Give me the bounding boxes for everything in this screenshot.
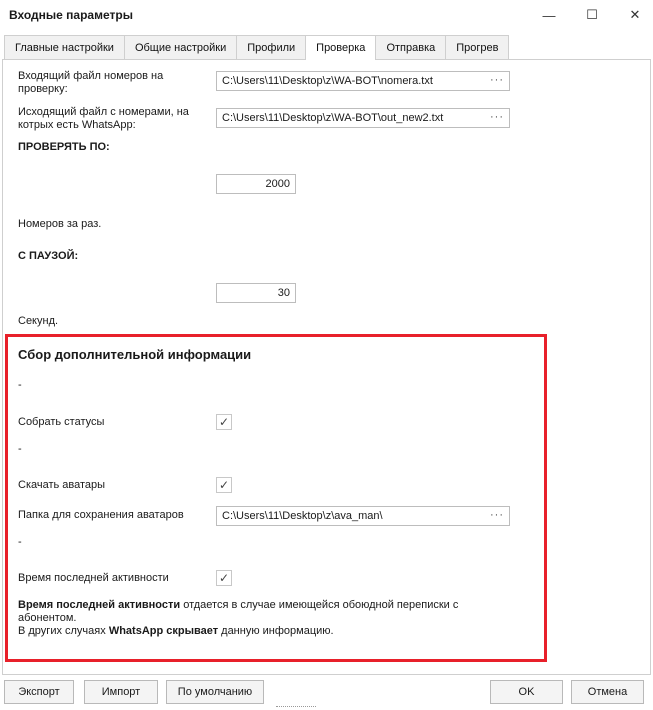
tab-warmup[interactable]: Прогрев (445, 35, 510, 59)
input-file-value: C:\Users\11\Desktop\z\WA-BOT\nomera.txt (222, 75, 433, 87)
check-icon: ✓ (218, 415, 230, 429)
note-bold-activity: Время последней активности (18, 599, 181, 611)
input-file-label: Входящий файл номеров на проверку: (18, 70, 164, 95)
tab-profiles[interactable]: Профили (236, 35, 307, 59)
tab-bar: Главные настройки Общие настройки Профил… (4, 35, 510, 60)
maximize-icon[interactable]: ☐ (581, 4, 603, 26)
title-bar: Входные параметры — ☐ ✕ (0, 0, 653, 30)
check-by-hint: Номеров за раз. (18, 218, 102, 230)
browse-input-file-button[interactable]: ··· (490, 74, 504, 86)
collect-status-label: Собрать статусы (18, 416, 105, 428)
collect-status-checkbox[interactable]: ✓ (216, 414, 232, 430)
note-text-2a: В других случаях (18, 625, 109, 637)
download-avatars-label: Скачать аватары (18, 479, 106, 491)
export-button[interactable]: Экспорт (4, 680, 74, 704)
check-by-input[interactable]: 2000 (216, 174, 296, 194)
tab-main-settings[interactable]: Главные настройки (4, 35, 125, 59)
last-activity-label: Время последней активности (18, 572, 169, 584)
ok-button[interactable]: OK (490, 680, 563, 704)
tab-general-settings[interactable]: Общие настройки (123, 35, 238, 59)
browse-avatars-folder-button[interactable]: ··· (490, 509, 504, 521)
dash-2: - (18, 443, 22, 455)
minimize-icon[interactable]: — (538, 4, 560, 26)
activity-note: Время последней активности отдается в сл… (18, 599, 498, 638)
avatars-folder-value: C:\Users\11\Desktop\z\ava_man\ (222, 510, 383, 522)
pause-input[interactable]: 30 (216, 283, 296, 303)
avatars-folder-field[interactable]: C:\Users\11\Desktop\z\ava_man\ ··· (216, 506, 510, 526)
close-icon[interactable]: ✕ (624, 4, 646, 26)
pause-hint: Секунд. (18, 315, 59, 327)
window-title: Входные параметры (9, 8, 133, 22)
avatars-folder-label: Папка для сохранения аватаров (18, 509, 184, 521)
note-bold-whatsapp: WhatsApp скрывает (108, 625, 219, 637)
cancel-button[interactable]: Отмена (571, 680, 644, 704)
dash-3: - (18, 536, 22, 548)
resize-grip[interactable] (276, 706, 316, 708)
note-text-2b: данную информацию. (218, 625, 334, 637)
input-file-field[interactable]: C:\Users\11\Desktop\z\WA-BOT\nomera.txt … (216, 71, 510, 91)
tab-check[interactable]: Проверка (305, 35, 377, 60)
import-button[interactable]: Импорт (84, 680, 158, 704)
pause-heading: С ПАУЗОЙ: (18, 250, 79, 262)
browse-output-file-button[interactable]: ··· (490, 111, 504, 123)
check-icon: ✓ (218, 571, 230, 585)
output-file-field[interactable]: C:\Users\11\Desktop\z\WA-BOT\out_new2.tx… (216, 108, 510, 128)
check-icon: ✓ (218, 478, 230, 492)
last-activity-checkbox[interactable]: ✓ (216, 570, 232, 586)
output-file-label: Исходящий файл с номерами, на котрых ест… (18, 106, 189, 131)
dash-1: - (18, 379, 22, 391)
check-by-heading: ПРОВЕРЯТЬ ПО: (18, 141, 110, 153)
tab-send[interactable]: Отправка (375, 35, 447, 59)
download-avatars-checkbox[interactable]: ✓ (216, 477, 232, 493)
output-file-value: C:\Users\11\Desktop\z\WA-BOT\out_new2.tx… (222, 112, 444, 124)
defaults-button[interactable]: По умолчанию (166, 680, 264, 704)
extra-info-title: Сбор дополнительной информации (18, 347, 252, 362)
